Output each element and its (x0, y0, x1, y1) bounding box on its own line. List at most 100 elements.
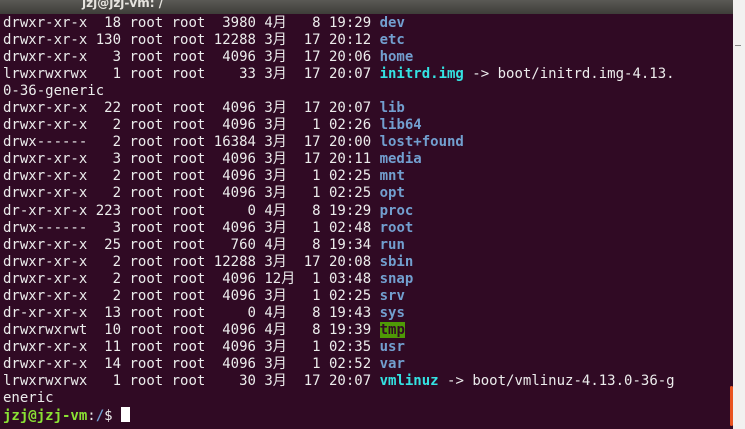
link-count-value: 13 (104, 304, 122, 321)
group: root (171, 219, 206, 236)
file-name: var (379, 355, 405, 372)
owner: root (129, 168, 164, 185)
file-size-value: 4096 (222, 151, 256, 168)
file-size: 0 (214, 305, 256, 321)
listing-row: drwxr-xr-x 130 root root 12288 3月 17 20:… (3, 32, 675, 49)
group: root (171, 253, 206, 270)
permissions: drwxr-xr-x (3, 49, 88, 66)
link-count-value: 130 (95, 32, 122, 49)
day: 17 (304, 151, 321, 167)
file-size-value: 0 (247, 202, 256, 219)
file-size: 4096 (214, 322, 256, 338)
owner: root (129, 15, 164, 31)
day-value: 8 (312, 236, 321, 253)
month: 4月 (264, 203, 295, 219)
file-size: 4096 (214, 168, 256, 184)
group: root (171, 202, 206, 219)
terminal-scrollbar[interactable] (727, 14, 733, 429)
month: 3月 (264, 373, 295, 389)
file-name: etc (379, 32, 405, 49)
month-value: 3月 (264, 32, 287, 49)
file-size: 4096 (214, 220, 256, 236)
month-value: 3月 (264, 168, 287, 185)
file-size: 3980 (214, 15, 256, 31)
file-size: 16384 (214, 134, 256, 150)
link-count-value: 10 (104, 321, 122, 338)
time: 19:39 (329, 321, 372, 338)
listing-row: drwxrwxrwt 10 root root 4096 4月 8 19:39 … (3, 321, 675, 339)
owner: root (129, 253, 164, 270)
month-value: 3月 (264, 49, 287, 66)
owner: root (129, 304, 164, 321)
file-size: 4096 (214, 271, 256, 287)
time: 20:07 (328, 66, 372, 83)
month: 3月 (264, 254, 295, 270)
month-value: 3月 (264, 117, 287, 134)
scrollbar-thumb[interactable] (730, 386, 733, 426)
month-value: 3月 (264, 151, 287, 168)
file-name: sbin (379, 253, 414, 270)
link-count: 3 (96, 220, 121, 236)
link-count-value: 3 (112, 151, 122, 168)
day-value: 17 (303, 49, 321, 66)
file-name: proc (379, 202, 414, 219)
file-name: lost+found (379, 134, 464, 151)
month-value: 4月 (264, 15, 287, 31)
file-size-value: 3980 (222, 15, 256, 31)
file-size: 4096 (214, 117, 256, 133)
link-count: 223 (96, 203, 121, 219)
permissions: drwxr-xr-x (3, 355, 88, 372)
group: root (171, 338, 206, 355)
group: root (171, 134, 206, 151)
file-size-value: 33 (239, 66, 256, 83)
permissions: drwx------ (3, 134, 88, 151)
time: 03:48 (328, 270, 372, 287)
day-value: 8 (312, 202, 321, 219)
month: 3月 (264, 134, 295, 150)
month-value: 3月 (264, 372, 287, 389)
group: root (171, 100, 206, 117)
window-titlebar[interactable]: jzj@jzj-vm: / (0, 0, 733, 14)
group: root (171, 236, 206, 253)
link-count-value: 1 (112, 372, 122, 389)
month: 3月 (264, 339, 295, 355)
file-name: lib (379, 100, 405, 117)
file-name: usr (379, 338, 405, 355)
group: root (171, 15, 206, 31)
file-name: vmlinuz (379, 372, 439, 389)
listing-row: drwxr-xr-x 2 root root 4096 3月 1 02:25 m… (3, 168, 675, 185)
file-name: lib64 (379, 117, 422, 134)
file-size-value: 4096 (222, 100, 256, 117)
file-size: 4096 (214, 100, 256, 116)
terminal-view[interactable]: drwxr-xr-x 18 root root 3980 4月 8 19:29 … (0, 14, 733, 429)
file-name: sys (379, 304, 405, 321)
day: 1 (304, 117, 320, 133)
owner: root (129, 372, 164, 389)
owner: root (129, 270, 164, 287)
file-name: run (379, 236, 405, 253)
day: 17 (304, 49, 321, 65)
listing-row: lrwxrwxrwx 1 root root 30 3月 17 20:07 vm… (3, 372, 675, 389)
link-count-value: 22 (104, 100, 122, 117)
link-target: boot/vmlinuz-4.13.0-36-g (472, 372, 675, 389)
owner: root (129, 219, 164, 236)
listing-row: lrwxrwxrwx 1 root root 33 3月 17 20:07 in… (3, 66, 675, 83)
permissions: drwxr-xr-x (3, 117, 88, 134)
month-value: 3月 (264, 185, 287, 202)
time: 20:12 (328, 32, 372, 49)
listing-row-wrap: eneric (3, 390, 675, 407)
link-count-value: 2 (112, 185, 122, 202)
link-count-value: 223 (95, 202, 122, 219)
time: 20:07 (328, 372, 372, 389)
file-size-value: 4096 (222, 185, 256, 202)
time: 02:26 (329, 117, 372, 134)
link-count: 1 (96, 373, 121, 389)
permissions: drwx------ (3, 219, 88, 236)
file-name: media (379, 151, 422, 168)
file-size-value: 760 (230, 236, 256, 253)
link-count: 130 (96, 32, 121, 48)
day-value: 1 (312, 219, 321, 236)
day-value: 17 (303, 66, 321, 83)
link-count-value: 2 (112, 168, 122, 185)
month-value: 4月 (264, 202, 287, 219)
